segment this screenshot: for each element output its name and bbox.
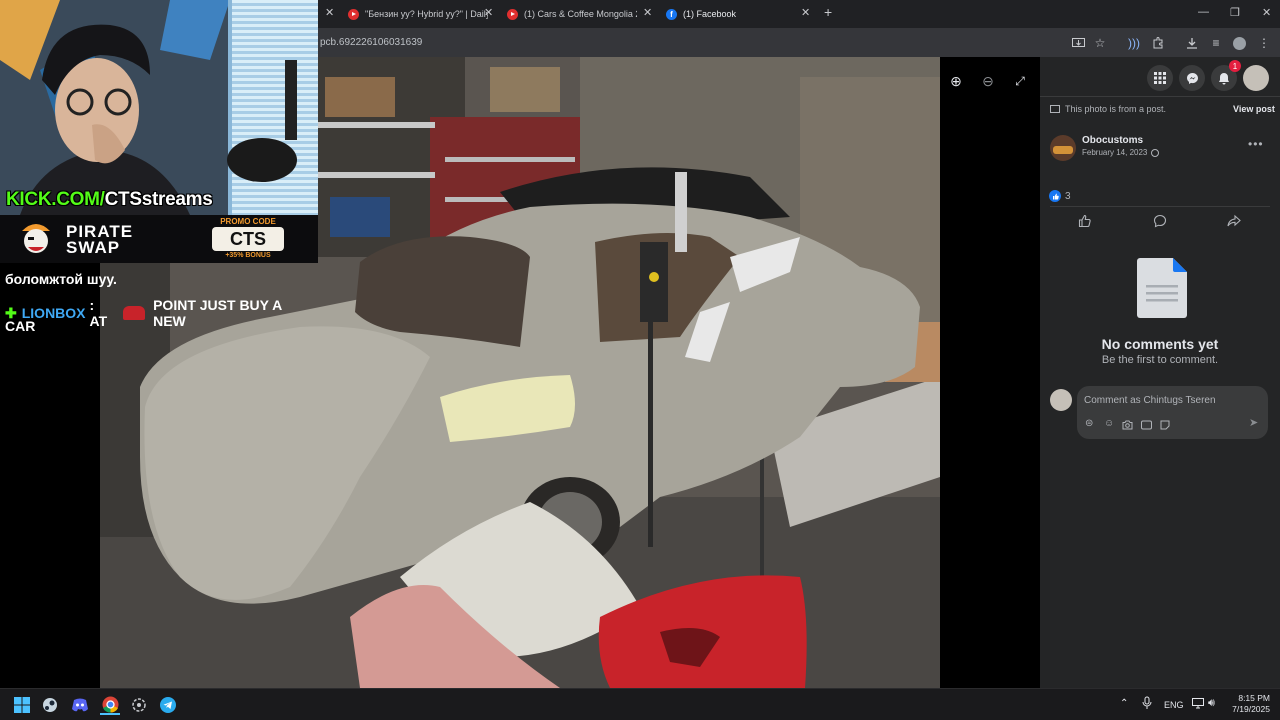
telegram-icon[interactable] bbox=[158, 695, 178, 715]
comment-button[interactable] bbox=[1153, 214, 1167, 233]
network-icon[interactable] bbox=[1192, 698, 1204, 711]
discord-icon[interactable] bbox=[70, 695, 90, 715]
read-aloud-icon[interactable]: ))) bbox=[1126, 35, 1142, 51]
facebook-icon bbox=[666, 8, 677, 20]
tab-youtube-hybrid[interactable]: "Бензин уу? Hybrid уу?" | Daily bbox=[348, 4, 488, 24]
download-icon[interactable] bbox=[1184, 35, 1200, 51]
chat-message-text: POINT JUST BUY A NEW bbox=[153, 297, 282, 329]
language-indicator[interactable]: ENG bbox=[1164, 700, 1184, 710]
extensions-icon[interactable] bbox=[1150, 35, 1166, 51]
commenter-avatar[interactable] bbox=[1050, 389, 1072, 411]
window-close-icon[interactable]: ✕ bbox=[1262, 6, 1271, 19]
photo-notice: This photo is from a post. bbox=[1050, 104, 1166, 114]
tab-title: (1) Facebook bbox=[683, 9, 737, 19]
view-post-link[interactable]: View post bbox=[1233, 104, 1275, 114]
tab-title: "Бензин уу? Hybrid уу?" | Daily bbox=[365, 9, 488, 19]
post-author-name[interactable]: Obocustoms bbox=[1082, 135, 1143, 146]
youtube-icon bbox=[348, 8, 359, 20]
apps-menu-icon[interactable] bbox=[1147, 65, 1173, 91]
messenger-icon[interactable] bbox=[1179, 65, 1205, 91]
minimize-icon[interactable]: — bbox=[1198, 6, 1209, 18]
emoji-icon[interactable]: ☺ bbox=[1104, 418, 1114, 429]
microphone-icon[interactable] bbox=[1142, 696, 1152, 712]
windows-start-icon[interactable] bbox=[12, 695, 32, 715]
profile-avatar-icon[interactable] bbox=[1231, 35, 1247, 51]
no-comments-title: No comments yet bbox=[1101, 336, 1219, 352]
chrome-icon[interactable] bbox=[100, 695, 120, 715]
media-queue-icon[interactable]: ≡ bbox=[1208, 35, 1224, 51]
account-avatar[interactable] bbox=[1243, 65, 1269, 91]
thumbs-up-icon bbox=[1078, 214, 1091, 228]
browser-tab-bar: ✕ "Бензин уу? Hybrid уу?" | Daily ✕ (1) … bbox=[318, 0, 1280, 28]
tab-title: (1) Cars & Coffee Mongolia 20 bbox=[524, 9, 637, 19]
like-button[interactable] bbox=[1078, 214, 1092, 233]
settings-gear-icon[interactable] bbox=[129, 695, 149, 715]
clock[interactable]: 8:15 PM 7/19/2025 bbox=[1228, 693, 1270, 715]
kick-channel-banner: KICK.COM/CTSstreams bbox=[6, 189, 213, 211]
steam-icon[interactable] bbox=[40, 695, 60, 715]
comment-composer[interactable]: Comment as Chintugs Tseren ⊜ ☺ ➤ bbox=[1077, 386, 1268, 439]
author-avatar[interactable] bbox=[1050, 135, 1076, 161]
camera-icon[interactable] bbox=[1122, 417, 1133, 435]
tab-close-icon[interactable]: ✕ bbox=[801, 6, 810, 19]
bookmark-star-icon[interactable]: ☆ bbox=[1092, 35, 1108, 51]
volume-icon[interactable]: 🔊︎ bbox=[1208, 697, 1215, 710]
url-field[interactable]: pcb.692226106031639 bbox=[320, 37, 422, 48]
tab-close-icon[interactable]: ✕ bbox=[325, 6, 334, 19]
tab-close-icon[interactable]: ✕ bbox=[484, 6, 493, 19]
photo-notice-text: This photo is from a post. bbox=[1065, 104, 1167, 114]
browser-menu-icon[interactable]: ⋮ bbox=[1256, 35, 1272, 51]
tray-overflow-icon[interactable]: ⌃ bbox=[1120, 698, 1128, 709]
chat-message-text: боломжтой шуу. bbox=[5, 271, 117, 287]
restore-icon[interactable]: ❐ bbox=[1230, 6, 1240, 19]
install-app-icon[interactable] bbox=[1070, 35, 1086, 51]
post-options-icon[interactable]: ••• bbox=[1248, 137, 1264, 151]
reaction-summary[interactable]: 3 bbox=[1049, 190, 1071, 202]
chat-message: ✚ LIONBOX : AT POINT JUST BUY A NEW bbox=[5, 297, 318, 329]
tab-close-icon[interactable]: ✕ bbox=[643, 6, 652, 19]
notification-count-badge: 1 bbox=[1229, 60, 1241, 72]
stream-chat-overlay: боломжтой шуу. ✚ LIONBOX : AT POINT JUST… bbox=[0, 248, 318, 688]
new-tab-button[interactable]: + bbox=[824, 4, 832, 20]
post-notice-icon bbox=[1050, 105, 1060, 113]
like-count: 3 bbox=[1065, 190, 1071, 202]
comment-input[interactable]: Comment as Chintugs Tseren bbox=[1084, 395, 1216, 406]
post-date[interactable]: February 14, 2023 bbox=[1082, 148, 1147, 157]
chat-message-text: CAR bbox=[5, 318, 36, 334]
kick-prefix: KICK.COM/ bbox=[6, 189, 105, 210]
sticker-icon[interactable] bbox=[1160, 417, 1170, 435]
clock-date: 7/19/2025 bbox=[1232, 704, 1270, 714]
streamer-webcam: KICK.COM/CTSstreams bbox=[0, 0, 318, 215]
divider bbox=[1040, 96, 1280, 97]
fullscreen-icon[interactable]: ⤢ bbox=[1010, 71, 1030, 91]
share-arrow-icon bbox=[1227, 214, 1241, 227]
kick-channel-name: CTSstreams bbox=[104, 189, 213, 210]
globe-icon bbox=[1151, 148, 1160, 157]
divider bbox=[1050, 206, 1270, 207]
address-bar: pcb.692226106031639 ☆ ))) ≡ ⋮ bbox=[318, 28, 1280, 57]
promo-label: PROMO CODE bbox=[220, 217, 276, 226]
zoom-out-icon[interactable]: ⊖ bbox=[978, 71, 998, 91]
no-comments-subtitle: Be the first to comment. bbox=[1101, 354, 1219, 366]
facebook-side-panel: 1 This photo is from a post. View post O… bbox=[1040, 57, 1280, 688]
tab-facebook[interactable]: (1) Facebook bbox=[666, 4, 796, 24]
gif-icon[interactable] bbox=[1141, 417, 1152, 435]
tab-cars-coffee[interactable]: (1) Cars & Coffee Mongolia 20 bbox=[507, 4, 637, 24]
clock-time: 8:15 PM bbox=[1238, 693, 1270, 703]
like-reaction-icon bbox=[1049, 190, 1061, 202]
chat-emote-icon bbox=[123, 306, 146, 320]
no-comments-document-icon bbox=[1137, 258, 1187, 323]
chat-message-text: : AT bbox=[89, 297, 108, 329]
share-button[interactable] bbox=[1227, 214, 1241, 233]
post-meta: February 14, 2023 bbox=[1082, 148, 1160, 157]
youtube-icon bbox=[507, 8, 518, 20]
avatar-sticker-icon[interactable]: ⊜ bbox=[1085, 418, 1093, 429]
send-icon[interactable]: ➤ bbox=[1249, 416, 1258, 429]
windows-taskbar: ⌃ ENG 🔊︎ 8:15 PM 7/19/2025 bbox=[0, 688, 1280, 720]
zoom-in-icon[interactable]: ⊕ bbox=[946, 71, 966, 91]
comment-bubble-icon bbox=[1153, 214, 1167, 228]
